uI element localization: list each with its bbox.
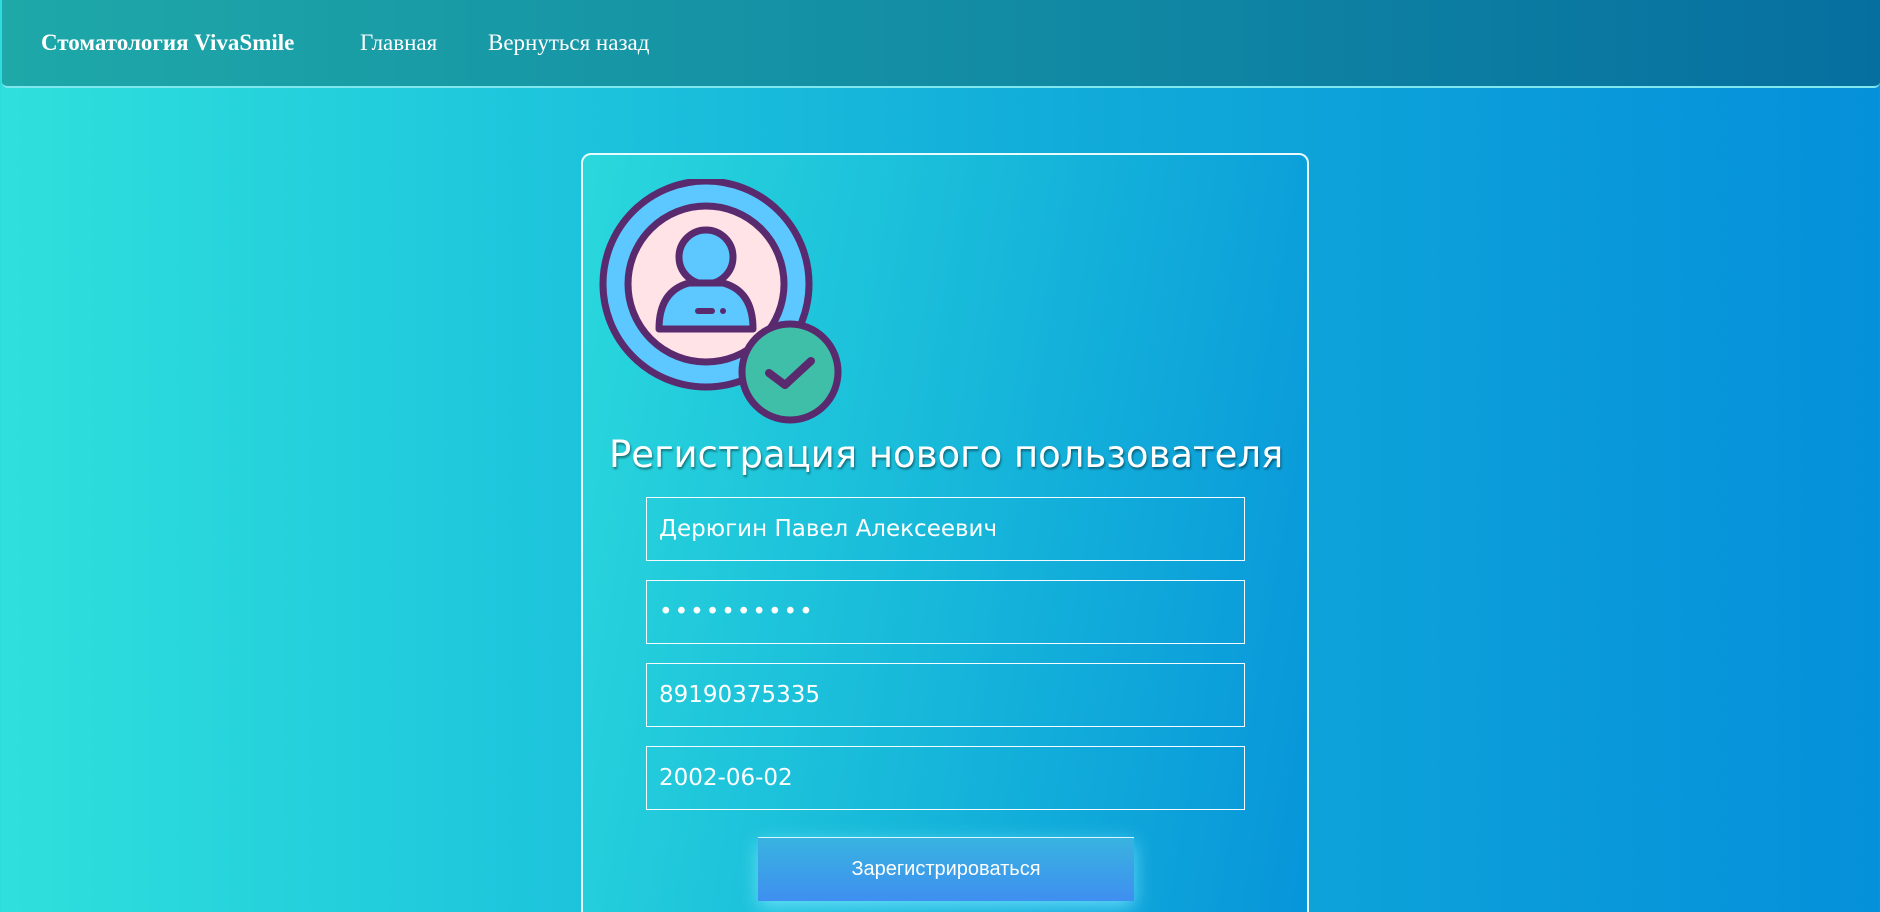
full-name-input[interactable] xyxy=(646,497,1245,561)
form-title: Регистрация нового пользователя xyxy=(609,433,1284,476)
nav-link-home[interactable]: Главная xyxy=(360,30,437,56)
phone-input[interactable] xyxy=(646,663,1245,727)
password-input[interactable] xyxy=(646,580,1245,644)
nav-link-back[interactable]: Вернуться назад xyxy=(488,30,649,56)
birth-date-input[interactable] xyxy=(646,746,1245,810)
registration-card: Регистрация нового пользователя Зарегист… xyxy=(581,153,1309,912)
user-verified-icon xyxy=(599,179,842,424)
register-button[interactable]: Зарегистрироваться xyxy=(758,837,1134,901)
top-navbar: Стоматология VivaSmile Главная Вернуться… xyxy=(2,0,1880,88)
brand-link[interactable]: Стоматология VivaSmile xyxy=(41,30,294,56)
